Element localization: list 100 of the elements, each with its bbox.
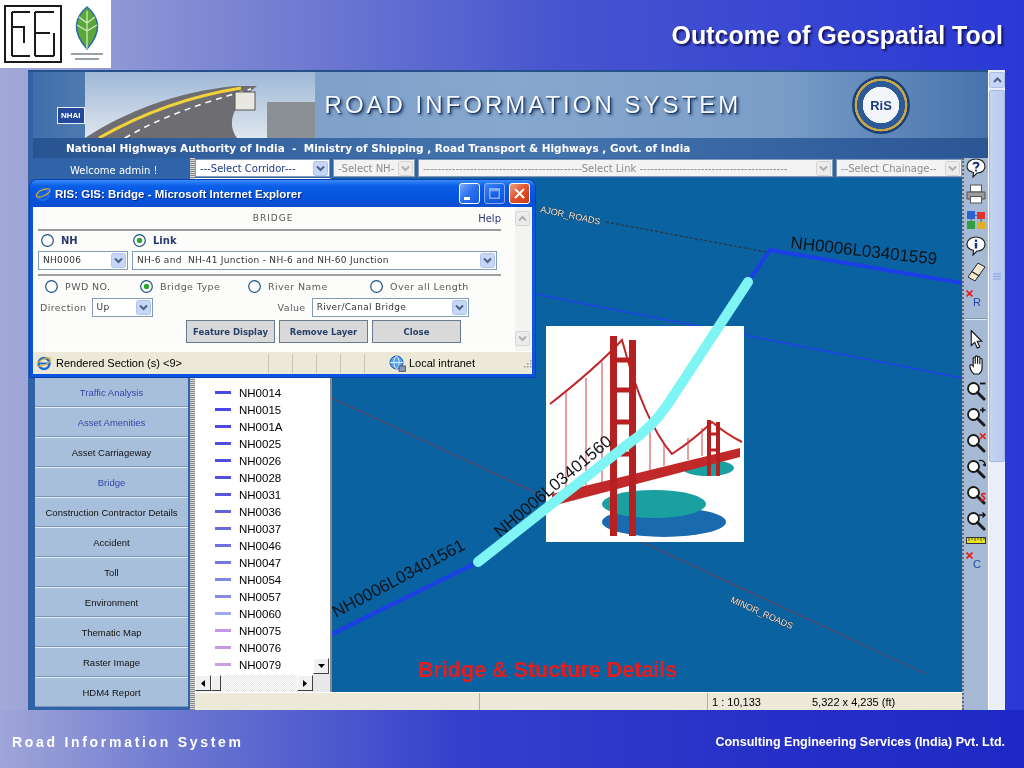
sidebar-item[interactable]: Accident (35, 527, 188, 557)
radio-option[interactable]: Link (133, 233, 225, 247)
cross-icon (966, 290, 973, 297)
radio-option[interactable]: Over all Length (370, 279, 480, 293)
pointer-icon[interactable] (969, 330, 983, 349)
chevron-down-icon (480, 252, 495, 268)
select-field[interactable]: Up (91, 297, 153, 317)
triangle-down-icon (317, 664, 325, 668)
scroll-up-button[interactable] (989, 72, 1005, 88)
action-button[interactable]: Close (372, 320, 461, 343)
dialog-heading: BRIDGE (251, 213, 294, 223)
clear-tool-button[interactable]: R (966, 288, 986, 308)
map-caption: Bridge & Stucture Details (418, 658, 678, 683)
radio-option[interactable]: PWD NO. (45, 279, 140, 293)
help-link[interactable]: Help (478, 212, 501, 224)
resize-grip-icon[interactable] (522, 358, 532, 368)
footer-brand: Road Information System (12, 734, 244, 750)
chevron-up-icon (992, 77, 1002, 83)
browser-icon (36, 355, 52, 371)
radio-icon[interactable] (248, 279, 261, 293)
legend-label: NH0057 (239, 590, 282, 603)
scroll-left-button[interactable] (195, 675, 211, 691)
legend-label: NH0037 (239, 522, 282, 535)
extent-text: 5,322 x 4,235 (ft) (811, 695, 897, 708)
radio-icon[interactable] (133, 233, 146, 247)
sidebar-item[interactable]: Raster Image (35, 647, 188, 677)
close-icon (514, 188, 525, 199)
vertical-scrollbar[interactable] (515, 207, 532, 351)
radio-icon[interactable] (41, 233, 54, 247)
chevron-down-icon (816, 160, 831, 176)
sidebar-item[interactable]: Traffic Analysis (35, 377, 188, 407)
scroll-down-button[interactable] (313, 658, 329, 674)
colored-squares-icon[interactable] (966, 210, 986, 230)
action-button[interactable]: Remove Layer (279, 320, 368, 343)
chevron-down-icon (451, 299, 467, 315)
chevron-down-icon (398, 160, 413, 176)
grid-logo-icon (4, 5, 62, 63)
sidebar-item[interactable]: Asset Carriageway (35, 437, 188, 467)
magnifier-arrow-icon[interactable] (966, 511, 986, 531)
legend-label: NH0014 (239, 386, 282, 399)
magnifier-cross-icon[interactable] (966, 433, 986, 453)
horizontal-scrollbar[interactable] (195, 674, 313, 692)
ruler-icon[interactable] (966, 537, 986, 544)
chevron-down-icon (135, 299, 151, 315)
leaf-logo-icon (68, 5, 106, 63)
legend-label: NH0026 (239, 454, 282, 467)
agency-logo: NHAI (57, 106, 85, 124)
scrollbar-thumb[interactable] (989, 90, 1005, 462)
clear-tool-button[interactable]: C (966, 550, 986, 570)
select-field[interactable]: ---Select Corridor--- (195, 159, 330, 177)
legend-label: NH0060 (239, 607, 282, 620)
scrollbar-corner (313, 674, 330, 692)
magnifier-icon[interactable] (966, 485, 986, 505)
minimize-icon (464, 196, 470, 200)
minimize-button[interactable] (459, 183, 480, 204)
sidebar-item[interactable]: Toll (35, 557, 188, 587)
sidebar-item[interactable]: Asset Amenities (35, 407, 188, 437)
zoom-in-icon[interactable] (966, 407, 986, 427)
select-field[interactable]: River/Canal Bridge (311, 297, 469, 317)
radio-icon[interactable] (370, 279, 383, 293)
legend-label: NH0031 (239, 488, 282, 501)
radio-option[interactable]: Bridge Type (140, 279, 248, 293)
magnifier-arrows-icon[interactable] (966, 459, 986, 479)
sidebar-item[interactable]: Bridge (35, 467, 188, 497)
legend-label: NH001A (239, 420, 283, 433)
select-field[interactable]: NH-6 and NH-41 Junction - NH-6 and NH-60 Junction (132, 250, 497, 270)
radio-icon[interactable] (140, 279, 153, 293)
legend-label: NH0054 (239, 573, 282, 586)
legend-label: NH0075 (239, 624, 282, 637)
printer-icon[interactable] (966, 184, 986, 204)
banner-title: ROAD INFORMATION SYSTEM (324, 91, 742, 119)
action-button[interactable]: Feature Display (186, 320, 275, 343)
highlighted-segment-line[interactable] (473, 277, 753, 567)
banner-subtitle: National Highways Authority of India - Ministry of Shipping , Road Transport & Highways , Govt. of India (66, 142, 691, 154)
sidebar-item[interactable]: Thematic Map (35, 617, 188, 647)
radio-option[interactable]: NH (41, 233, 133, 247)
sidebar-item[interactable]: HDM4 Report (35, 677, 188, 707)
welcome-text: Welcome admin ! (69, 165, 158, 176)
zone-text: Local intranet (409, 357, 476, 369)
chevron-down-icon (313, 160, 328, 176)
chevron-down-icon (945, 160, 960, 176)
cross-icon (966, 552, 973, 559)
scroll-right-button[interactable] (297, 675, 313, 691)
sidebar-item[interactable]: Construction Contractor Details (35, 497, 188, 527)
scale-text: 1 : 10,133 (711, 695, 762, 708)
vertical-scrollbar[interactable] (988, 70, 1005, 710)
close-button[interactable] (509, 183, 530, 204)
eraser-icon[interactable] (966, 262, 986, 282)
legend-label: NH0036 (239, 505, 282, 518)
legend-label: NH0047 (239, 556, 282, 569)
radio-icon[interactable] (45, 279, 58, 293)
help-icon[interactable] (966, 158, 986, 178)
select-field[interactable]: NH0006 (38, 250, 128, 270)
scroll-up-icon (515, 211, 530, 226)
dialog-title: RIS: GIS: Bridge - Microsoft Internet Explorer (55, 187, 302, 200)
sidebar-item[interactable]: Environment (35, 587, 188, 617)
info-icon[interactable] (966, 236, 986, 256)
hand-icon[interactable] (969, 355, 983, 375)
slide-title: Outcome of Geospatial Tool (671, 20, 1004, 50)
zoom-out-icon[interactable] (966, 381, 986, 401)
